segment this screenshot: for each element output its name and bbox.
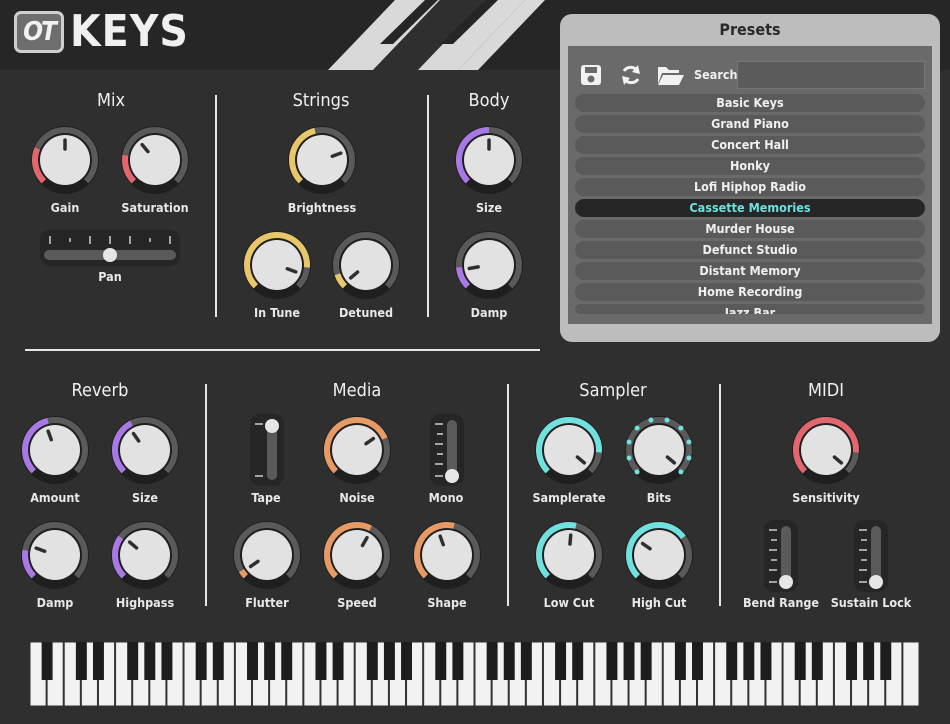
- flutter-knob[interactable]: [231, 519, 303, 591]
- highpass-label: Highpass: [115, 595, 175, 610]
- preset-item[interactable]: Distant Memory: [575, 262, 925, 280]
- reverb-size-label: Size: [131, 490, 159, 505]
- pan-slider[interactable]: [40, 230, 180, 266]
- sensitivity-knob[interactable]: [790, 414, 862, 486]
- in-tune-knob[interactable]: [241, 229, 313, 301]
- reverb-size-knob[interactable]: [109, 414, 181, 486]
- divider: [205, 384, 207, 606]
- sustain-lock-slider[interactable]: [854, 520, 888, 592]
- preset-item[interactable]: Jazz Bar: [575, 304, 925, 314]
- pan-label: Pan: [98, 269, 122, 284]
- brightness-knob[interactable]: [286, 124, 358, 196]
- preset-item[interactable]: Lofi Hiphop Radio: [575, 178, 925, 196]
- size-knob[interactable]: [453, 124, 525, 196]
- preset-item[interactable]: Honky: [575, 157, 925, 175]
- detuned-knob[interactable]: [330, 229, 402, 301]
- high-cut-knob[interactable]: [623, 519, 695, 591]
- samplerate-knob[interactable]: [533, 414, 605, 486]
- bend-range-slider[interactable]: [764, 520, 798, 592]
- sensitivity-label: Sensitivity: [792, 490, 860, 505]
- section-title-mix: Mix: [96, 90, 126, 111]
- save-icon[interactable]: [580, 64, 602, 86]
- preset-item[interactable]: Defunct Studio: [575, 241, 925, 259]
- section-title-body: Body: [468, 90, 510, 111]
- noise-knob[interactable]: [321, 414, 393, 486]
- mono-slider[interactable]: [430, 414, 464, 486]
- presets-title: Presets: [719, 20, 781, 39]
- tape-slider[interactable]: [250, 414, 284, 486]
- reverb-damp-knob[interactable]: [19, 519, 91, 591]
- detuned-label: Detuned: [338, 305, 394, 320]
- search-label: Search: [694, 67, 738, 82]
- preset-item[interactable]: Murder House: [575, 220, 925, 238]
- divider: [427, 95, 429, 317]
- saturation-label: Saturation: [121, 200, 189, 215]
- amount-knob[interactable]: [19, 414, 91, 486]
- bits-label: Bits: [646, 490, 672, 505]
- preset-item[interactable]: Cassette Memories: [575, 199, 925, 217]
- shape-knob[interactable]: [411, 519, 483, 591]
- high-cut-label: High Cut: [631, 595, 687, 610]
- low-cut-knob[interactable]: [533, 519, 605, 591]
- divider: [507, 384, 509, 606]
- damp-label: Damp: [470, 305, 508, 320]
- section-title-midi: MIDI: [808, 380, 844, 401]
- search-input[interactable]: [737, 61, 925, 89]
- refresh-icon[interactable]: [619, 63, 643, 87]
- gain-knob[interactable]: [29, 124, 101, 196]
- divider: [719, 384, 721, 606]
- preset-item[interactable]: Concert Hall: [575, 136, 925, 154]
- piano-keyboard[interactable]: [30, 642, 920, 706]
- section-title-sampler: Sampler: [579, 380, 647, 401]
- section-title-reverb: Reverb: [71, 380, 129, 401]
- divider: [25, 349, 540, 351]
- sustain-lock-label: Sustain Lock: [830, 595, 912, 610]
- divider: [215, 95, 217, 317]
- folder-icon[interactable]: [657, 64, 685, 86]
- saturation-knob[interactable]: [119, 124, 191, 196]
- size-label: Size: [475, 200, 503, 215]
- speed-knob[interactable]: [321, 519, 393, 591]
- highpass-knob[interactable]: [109, 519, 181, 591]
- brightness-label: Brightness: [287, 200, 357, 215]
- logo-ot: OT: [14, 11, 64, 53]
- bits-knob[interactable]: [623, 414, 695, 486]
- section-title-media: Media: [332, 380, 382, 401]
- mono-label: Mono: [428, 490, 464, 505]
- damp-knob[interactable]: [453, 229, 525, 301]
- preset-item[interactable]: Grand Piano: [575, 115, 925, 133]
- preset-item[interactable]: Basic Keys: [575, 94, 925, 112]
- header-stripes-decoration: [328, 0, 545, 70]
- shape-label: Shape: [427, 595, 467, 610]
- logo-keys: KEYS: [70, 6, 189, 57]
- section-title-strings: Strings: [292, 90, 350, 111]
- preset-item[interactable]: Home Recording: [575, 283, 925, 301]
